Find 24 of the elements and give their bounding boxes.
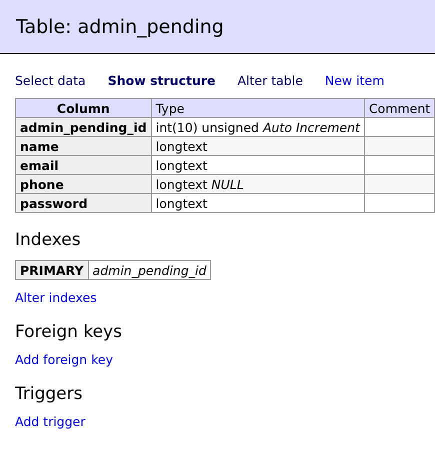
- section-heading: Triggers: [15, 384, 84, 404]
- table-cell: longtext NULL: [151, 174, 364, 194]
- table-cell: PRIMARY: [16, 260, 88, 280]
- table-cell: admin_pending_id: [16, 118, 152, 136]
- table-cell: email: [16, 156, 152, 174]
- column-header: Comment: [364, 98, 435, 118]
- nav-link[interactable]: Alter table: [238, 73, 303, 88]
- table-cell: longtext: [151, 136, 364, 156]
- column-header: Column: [16, 98, 152, 118]
- table-cell: longtext: [151, 194, 364, 212]
- nav-link[interactable]: Show structure: [108, 73, 216, 88]
- section-link[interactable]: Add trigger: [15, 414, 86, 429]
- column-header: Type: [151, 98, 364, 118]
- section-heading: Foreign keys: [15, 322, 123, 342]
- nav-link[interactable]: Select data: [15, 73, 86, 88]
- table-cell: name: [16, 136, 152, 156]
- nav-link[interactable]: New item: [324, 73, 384, 88]
- table-cell: password: [16, 194, 152, 212]
- page-title: Table: admin_pending: [16, 16, 224, 38]
- section-heading: Indexes: [15, 230, 82, 250]
- section-link[interactable]: Add foreign key: [15, 352, 113, 367]
- section-link[interactable]: Alter indexes: [15, 290, 97, 305]
- table-cell: phone: [16, 174, 152, 194]
- table-cell: admin_pending_id: [88, 260, 211, 280]
